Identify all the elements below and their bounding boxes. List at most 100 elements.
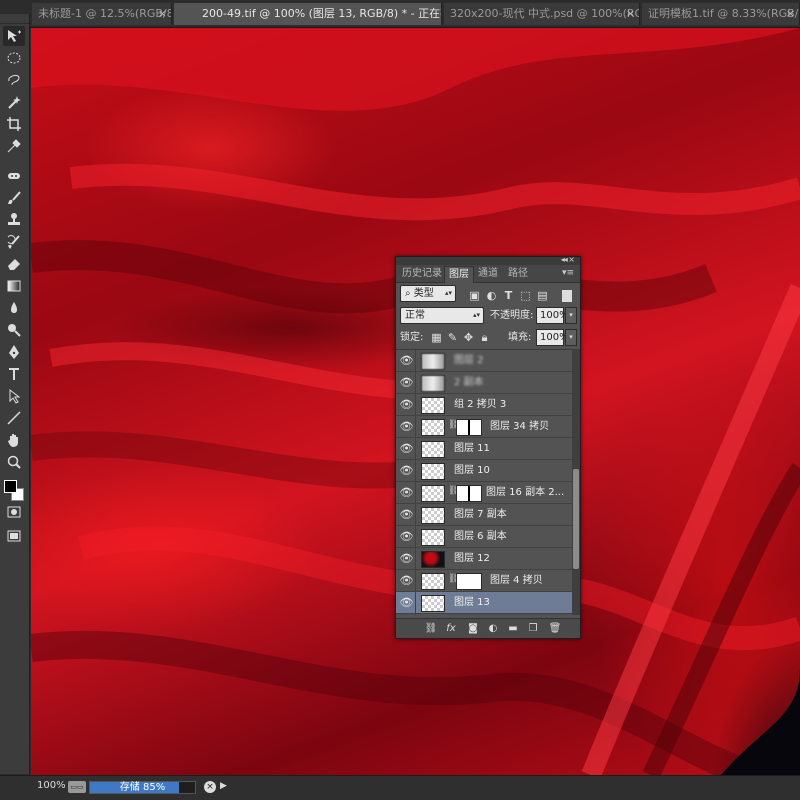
- layer-mask-thumbnail[interactable]: [456, 485, 482, 502]
- path-selection-icon[interactable]: [3, 386, 25, 406]
- layer-row[interactable]: 👁︎ 图层 12: [396, 548, 572, 570]
- hand-tool-icon[interactable]: [3, 430, 25, 450]
- lock-position-icon[interactable]: ✥: [462, 331, 475, 344]
- fill-dropdown-icon[interactable]: ▾: [565, 329, 577, 346]
- visibility-eye-icon[interactable]: 👁︎: [398, 394, 416, 416]
- filter-kind-select[interactable]: ⌕ 类型 ▴▾: [400, 285, 456, 302]
- tab-history[interactable]: 历史记录: [398, 266, 446, 283]
- layer-mask-thumbnail[interactable]: [456, 573, 482, 590]
- filter-adjustment-icon[interactable]: ◐: [485, 289, 498, 302]
- gradient-tool-icon[interactable]: [3, 276, 25, 296]
- collapse-panel-icon[interactable]: ◂◂ ×: [561, 255, 575, 264]
- document-info-icon[interactable]: ▭▭: [68, 781, 86, 793]
- filter-shape-icon[interactable]: ⬚: [519, 289, 532, 302]
- history-brush-icon[interactable]: [3, 232, 25, 252]
- tools-panel: [0, 14, 30, 774]
- cancel-save-icon[interactable]: ×: [204, 781, 216, 793]
- layer-row[interactable]: 👁︎ 图层 7 副本: [396, 504, 572, 526]
- brush-tool-icon[interactable]: [3, 188, 25, 208]
- document-tab-3[interactable]: 320x200-现代 中式.psd @ 100%(RGB/8) * ×: [444, 3, 640, 25]
- crop-tool-icon[interactable]: [3, 114, 25, 134]
- link-icon[interactable]: ⛓︎: [424, 622, 438, 636]
- adjustment-icon[interactable]: ◐: [486, 622, 500, 636]
- document-tab-1[interactable]: 未标题-1 @ 12.5%(RGB/8) * ×: [32, 3, 172, 25]
- opacity-input[interactable]: 100%: [536, 307, 569, 324]
- layer-name: 图层 7 副本: [454, 509, 507, 520]
- trash-icon[interactable]: 🗑︎: [548, 622, 562, 636]
- blend-mode-select[interactable]: 正常 ▴▾: [400, 307, 484, 324]
- eyedropper-icon[interactable]: [3, 136, 25, 156]
- filter-toggle-icon[interactable]: [562, 290, 572, 302]
- visibility-eye-icon[interactable]: 👁︎: [398, 592, 416, 614]
- fx-icon[interactable]: fx: [444, 622, 458, 636]
- lock-row: 锁定: ▦ ✎ ✥ 🔒︎ 填充: 100% ▾: [396, 329, 580, 351]
- layer-row[interactable]: 👁︎ 2 副本: [396, 372, 572, 394]
- filter-smart-object-icon[interactable]: ▤: [536, 289, 549, 302]
- filter-pixel-icon[interactable]: ▣: [468, 289, 481, 302]
- zoom-level[interactable]: 100%: [37, 780, 66, 791]
- tab-layers[interactable]: 图层: [444, 266, 474, 283]
- group-folder-icon[interactable]: ▬: [506, 622, 520, 636]
- visibility-eye-icon[interactable]: 👁︎: [398, 482, 416, 504]
- search-icon: ⌕: [405, 288, 414, 299]
- visibility-eye-icon[interactable]: 👁︎: [398, 548, 416, 570]
- eraser-icon[interactable]: [3, 254, 25, 274]
- visibility-eye-icon[interactable]: 👁︎: [398, 460, 416, 482]
- visibility-eye-icon[interactable]: 👁︎: [398, 350, 416, 372]
- progress-label: 存储 85%: [119, 782, 166, 793]
- panel-header-strip[interactable]: ◂◂ ×: [396, 255, 580, 265]
- panel-grip[interactable]: [0, 14, 29, 24]
- document-tab-4[interactable]: 证明模板1.tif @ 8.33%(RGB/8#) * ×: [642, 3, 800, 25]
- close-icon[interactable]: ×: [158, 3, 167, 25]
- layer-row[interactable]: 👁︎ 图层 2: [396, 350, 572, 372]
- opacity-dropdown-icon[interactable]: ▾: [565, 307, 577, 324]
- type-tool-icon[interactable]: [3, 364, 25, 384]
- layer-mask-thumbnail[interactable]: [456, 419, 482, 436]
- screen-mode-icon[interactable]: [3, 526, 25, 546]
- visibility-eye-icon[interactable]: 👁︎: [398, 416, 416, 438]
- lock-all-icon[interactable]: 🔒︎: [478, 331, 491, 344]
- layer-row[interactable]: 👁︎ 图层 10: [396, 460, 572, 482]
- new-layer-icon[interactable]: ❐: [526, 622, 540, 636]
- clone-stamp-icon[interactable]: [3, 210, 25, 230]
- foreground-color-swatch[interactable]: [4, 480, 17, 493]
- document-tab-2[interactable]: 200-49.tif @ 100% (图层 13, RGB/8) * - 正在存…: [174, 3, 442, 25]
- tab-channels[interactable]: 通道: [474, 266, 502, 283]
- panel-menu-icon[interactable]: ▾≡: [562, 268, 574, 278]
- pen-tool-icon[interactable]: [3, 342, 25, 362]
- visibility-eye-icon[interactable]: 👁︎: [398, 372, 416, 394]
- close-icon[interactable]: ×: [626, 3, 635, 25]
- marquee-tool-icon[interactable]: [3, 48, 25, 68]
- line-tool-icon[interactable]: [3, 408, 25, 428]
- fill-input[interactable]: 100%: [536, 329, 569, 346]
- layer-name: 组 2 拷贝 3: [454, 399, 507, 410]
- healing-brush-icon[interactable]: [3, 166, 25, 186]
- lock-transparency-icon[interactable]: ▦: [430, 331, 443, 344]
- scrollbar-thumb[interactable]: [573, 469, 579, 569]
- visibility-eye-icon[interactable]: 👁︎: [398, 570, 416, 592]
- filter-type-icon[interactable]: T: [502, 289, 515, 302]
- magic-wand-icon[interactable]: [3, 92, 25, 112]
- layer-row[interactable]: 👁︎ 组 2 拷贝 3: [396, 394, 572, 416]
- layer-row-selected[interactable]: 👁︎ 图层 13: [396, 592, 572, 614]
- blur-tool-icon[interactable]: [3, 298, 25, 318]
- layer-row[interactable]: 👁︎ ⛓︎ 图层 4 拷贝: [396, 570, 572, 592]
- layer-row[interactable]: 👁︎ 图层 11: [396, 438, 572, 460]
- quick-mask-icon[interactable]: [3, 502, 25, 522]
- visibility-eye-icon[interactable]: 👁︎: [398, 526, 416, 548]
- lasso-tool-icon[interactable]: [3, 70, 25, 90]
- close-icon[interactable]: ×: [786, 3, 795, 25]
- layer-row[interactable]: 👁︎ 图层 6 副本: [396, 526, 572, 548]
- visibility-eye-icon[interactable]: 👁︎: [398, 438, 416, 460]
- layer-row[interactable]: 👁︎ ⛓︎ 图层 16 副本 2...: [396, 482, 572, 504]
- move-tool-icon[interactable]: [3, 26, 25, 46]
- lock-pixels-icon[interactable]: ✎: [446, 331, 459, 344]
- layer-list-scrollbar[interactable]: [572, 349, 580, 615]
- zoom-tool-icon[interactable]: [3, 452, 25, 472]
- mask-icon[interactable]: ◙: [466, 622, 480, 636]
- layer-row[interactable]: 👁︎ ⛓︎ 图层 34 拷贝: [396, 416, 572, 438]
- dodge-tool-icon[interactable]: [3, 320, 25, 340]
- visibility-eye-icon[interactable]: 👁︎: [398, 504, 416, 526]
- play-icon[interactable]: ▶: [220, 781, 227, 791]
- tab-paths[interactable]: 路径: [504, 266, 532, 283]
